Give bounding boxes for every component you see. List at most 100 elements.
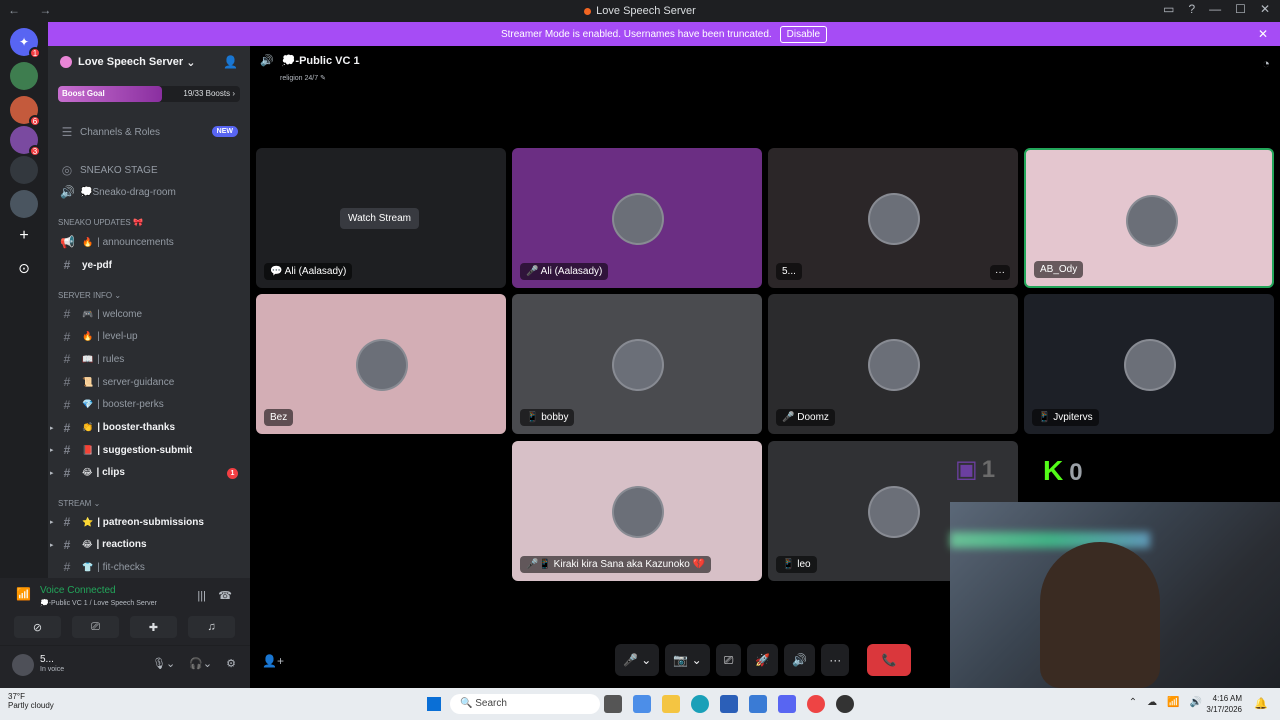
screenshare-button[interactable]: ⎚ bbox=[715, 644, 742, 676]
weather-widget[interactable]: 37°F Partly cloudy bbox=[8, 692, 54, 710]
close-banner-icon[interactable]: ✕ bbox=[1258, 27, 1268, 41]
signal-icon: 📶 bbox=[16, 587, 31, 601]
channel-item[interactable]: ▸ # 👏 | booster-thanks bbox=[48, 418, 250, 438]
obs-icon[interactable] bbox=[836, 695, 854, 713]
inbox-icon[interactable]: ▭ bbox=[1163, 2, 1174, 16]
noise-icon[interactable]: ||| bbox=[197, 590, 206, 602]
participant-tile[interactable]: 🎤 Ali (Aalasady) bbox=[512, 148, 762, 288]
disconnect-icon[interactable]: ☎ bbox=[218, 589, 232, 602]
server-icon[interactable] bbox=[10, 156, 38, 184]
category-server-info[interactable]: SERVER INFO ⌄ bbox=[58, 291, 121, 300]
activity-button[interactable]: 🚀 bbox=[747, 644, 779, 676]
channel-item[interactable]: ▸ # 😂 | reactions bbox=[48, 535, 250, 555]
invite-icon[interactable]: 👤 bbox=[223, 55, 238, 69]
watch-stream-button[interactable]: Watch Stream bbox=[340, 208, 419, 229]
camera-toggle-button[interactable]: 📷 ⌄ bbox=[665, 644, 710, 676]
category-updates[interactable]: SNEAKO UPDATES 🎀 bbox=[58, 218, 143, 227]
channel-item[interactable]: # 💎 | booster-perks bbox=[48, 395, 250, 415]
app-icon[interactable] bbox=[633, 695, 651, 713]
minimize-button[interactable]: — bbox=[1209, 2, 1221, 16]
discord-home-icon[interactable]: ✦ 1 bbox=[10, 28, 41, 59]
discord-icon[interactable] bbox=[778, 695, 796, 713]
disable-streamer-button[interactable]: Disable bbox=[779, 25, 828, 43]
boost-count: 19/33 Boosts › bbox=[183, 89, 235, 98]
chrome-icon[interactable] bbox=[807, 695, 825, 713]
channels-roles[interactable]: ☰ Channels & Roles NEW bbox=[48, 122, 250, 142]
end-call-button[interactable]: 📞 bbox=[867, 644, 912, 676]
channel-label: ye-pdf bbox=[82, 259, 112, 271]
participant-tile[interactable]: 📱 Jvpitervs bbox=[1024, 294, 1274, 434]
taskview-icon[interactable] bbox=[604, 695, 622, 713]
unread-indicator-icon: ▸ bbox=[50, 447, 54, 455]
participant-tile[interactable]: 🎤📱 Kiraki kira Sana aka Kazunoko 💔 bbox=[512, 441, 762, 581]
server-header[interactable]: Love Speech Server ⌄ 👤 bbox=[48, 46, 250, 78]
mic-icon[interactable]: 🎙⌄ bbox=[152, 657, 175, 670]
boost-goal-bar[interactable]: Boost Goal 19/33 Boosts › bbox=[58, 86, 240, 102]
channel-item[interactable]: ▸ # 😂 | clips 1 bbox=[48, 463, 250, 483]
category-stream[interactable]: STREAM ⌄ bbox=[58, 499, 100, 508]
participant-tile[interactable]: 5... ··· bbox=[768, 148, 1018, 288]
start-icon[interactable] bbox=[427, 697, 441, 711]
edge-icon[interactable] bbox=[691, 695, 709, 713]
participant-tile[interactable]: Bez bbox=[256, 294, 506, 434]
folder-icon[interactable] bbox=[662, 695, 680, 713]
taskbar-search[interactable]: 🔍 Search bbox=[450, 694, 600, 714]
voice-channel-label[interactable]: 💭-Public VC 1 / Love Speech Server bbox=[40, 599, 157, 607]
channel-item[interactable]: # 🔥 | level-up bbox=[48, 327, 250, 347]
channel-label: | clips bbox=[96, 467, 125, 479]
activities-button[interactable]: ✚ bbox=[130, 616, 177, 638]
gear-icon[interactable]: ⚙ bbox=[226, 657, 236, 670]
camera-button[interactable]: ⊘ bbox=[14, 616, 61, 638]
participant-tile[interactable]: AB_Ody bbox=[1024, 148, 1274, 288]
more-options-button[interactable]: ··· bbox=[990, 265, 1010, 280]
channel-label: | fit-checks bbox=[97, 561, 145, 573]
clock[interactable]: 4:16 AM 3/17/2026 bbox=[1206, 693, 1242, 715]
app-icon[interactable] bbox=[749, 695, 767, 713]
voice-status[interactable]: Voice Connected bbox=[40, 585, 116, 596]
stage-channel[interactable]: ◎ SNEAKO STAGE bbox=[48, 160, 250, 180]
mic-toggle-button[interactable]: 🎤 ⌄ bbox=[615, 644, 660, 676]
channel-item[interactable]: # 🎮 | welcome bbox=[48, 304, 250, 324]
channel-emoji: 📖 bbox=[82, 353, 94, 364]
more-button[interactable]: ··· bbox=[821, 644, 850, 676]
participant-tile[interactable]: 🎤 Doomz bbox=[768, 294, 1018, 434]
store-icon[interactable] bbox=[720, 695, 738, 713]
avatar[interactable] bbox=[12, 654, 34, 676]
add-user-icon[interactable]: 👤+ bbox=[262, 654, 284, 668]
channel-item[interactable]: ▸ # 📕 | suggestion-submit bbox=[48, 440, 250, 460]
screenshare-button[interactable]: ⎚ bbox=[72, 616, 119, 638]
volume-icon[interactable]: 🔊 bbox=[1190, 697, 1202, 708]
soundboard-button[interactable]: 🔊 bbox=[784, 644, 816, 676]
avatar bbox=[612, 193, 664, 245]
server-icon[interactable] bbox=[10, 190, 38, 218]
discover-icon[interactable]: ⊙ bbox=[10, 254, 38, 282]
help-icon[interactable]: ? bbox=[1188, 2, 1195, 16]
participant-tile[interactable]: Watch Stream 💬 Ali (Aalasady) bbox=[256, 148, 506, 288]
threads-icon[interactable]: ◔ bbox=[1262, 56, 1270, 71]
server-icon[interactable] bbox=[10, 62, 38, 90]
participant-tile[interactable]: 📱 bobby bbox=[512, 294, 762, 434]
channel-label: | patreon-submissions bbox=[97, 516, 204, 528]
channel-announcements[interactable]: 📢 🔥 | announcements bbox=[48, 232, 250, 252]
server-icon[interactable]: 6 bbox=[10, 96, 41, 127]
channel-item[interactable]: # 👕 | fit-checks bbox=[48, 557, 250, 577]
channel-item[interactable]: # 📖 | rules bbox=[48, 349, 250, 369]
channel-ye-pdf[interactable]: # ye-pdf bbox=[48, 255, 250, 275]
server-icon[interactable]: 3 bbox=[10, 126, 41, 157]
channel-item[interactable]: ▸ # ⭐ | patreon-submissions bbox=[48, 512, 250, 532]
avatar bbox=[1124, 339, 1176, 391]
notification-icon[interactable]: 🔔 bbox=[1254, 697, 1268, 710]
add-server-icon[interactable]: + bbox=[10, 222, 38, 250]
channel-topic[interactable]: religion 24/7 ✎ bbox=[280, 74, 326, 82]
soundboard-button[interactable]: ♫ bbox=[188, 616, 235, 638]
wifi-icon[interactable]: 📶 bbox=[1167, 697, 1179, 708]
participant-name: 📱 leo bbox=[776, 556, 817, 573]
channel-item[interactable]: # 📜 | server-guidance bbox=[48, 372, 250, 392]
channel-label: | welcome bbox=[97, 308, 143, 320]
chevron-up-icon[interactable]: ⌃ bbox=[1129, 697, 1137, 708]
maximize-button[interactable]: ☐ bbox=[1235, 2, 1246, 16]
cloud-icon[interactable]: ☁ bbox=[1147, 697, 1157, 708]
close-window-button[interactable]: ✕ bbox=[1260, 2, 1270, 16]
headphones-icon[interactable]: 🎧⌄ bbox=[189, 657, 212, 670]
voice-channel[interactable]: 🔊 💭Sneako-drag-room bbox=[48, 182, 250, 202]
